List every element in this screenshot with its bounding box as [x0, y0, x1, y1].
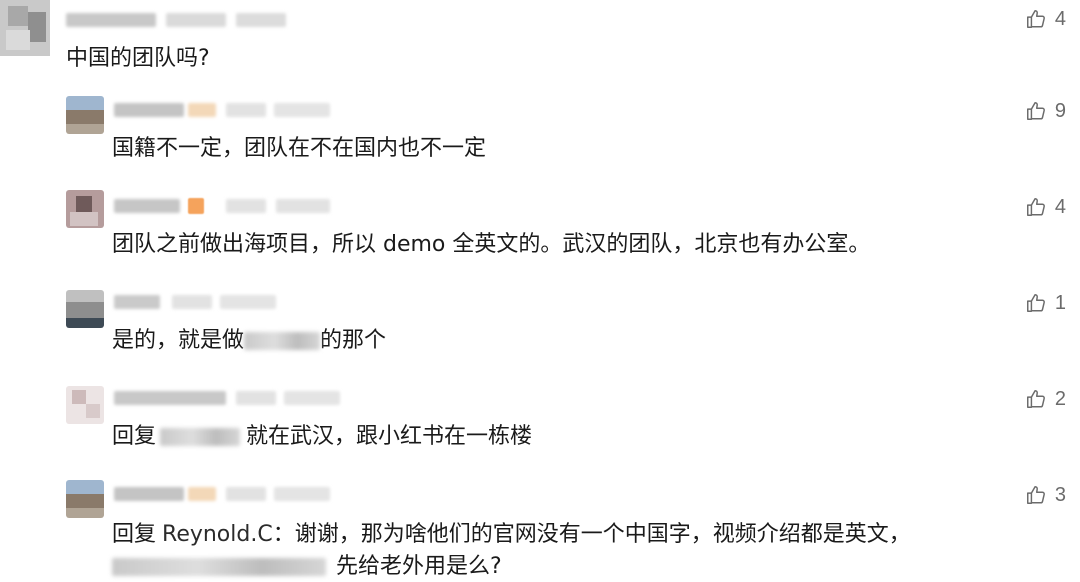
comment-thread-page: { "comments": [ { "id": "top", "text": "…	[0, 0, 1080, 581]
reply-target[interactable]: Reynold.C	[162, 522, 273, 547]
like-count: 9	[1054, 99, 1066, 122]
comment-text: 中国的团队吗?	[66, 46, 210, 71]
reply-1: 国籍不一定，团队在不在国内也不一定 9	[0, 92, 1080, 188]
username-meta	[114, 292, 334, 312]
redacted-text	[112, 558, 326, 576]
reply-5: 回复 Reynold.C：谢谢，那为啥他们的官网没有一个中国字，视频介绍都是英文，…	[0, 476, 1080, 581]
badge-blurred	[188, 487, 216, 501]
comment-text-before: 是的，就是做	[112, 328, 245, 353]
username-blurred[interactable]	[114, 295, 160, 309]
reply-2: 团队之前做出海项目，所以 demo 全英文的。武汉的团队，北京也有办公室。 4	[0, 188, 1080, 284]
thumbs-up-icon	[1026, 294, 1045, 312]
thumbs-up-icon	[1026, 198, 1045, 216]
avatar[interactable]	[66, 480, 104, 518]
location-blurred	[276, 199, 330, 213]
comment-text-after: 的那个	[320, 328, 387, 353]
like-button[interactable]: 3	[1025, 482, 1066, 508]
location-blurred	[274, 103, 330, 117]
like-count: 2	[1054, 387, 1066, 410]
username-meta	[66, 10, 286, 30]
comment-text-after: 就在武汉，跟小红书在一栋楼	[246, 424, 533, 449]
reply-4: 回复 就在武汉，跟小红书在一栋楼 2	[0, 380, 1080, 476]
username-blurred[interactable]	[114, 391, 226, 405]
location-blurred	[284, 391, 340, 405]
comment-text: 团队之前做出海项目，所以 demo 全英文的。武汉的团队，北京也有办公室。	[112, 232, 871, 257]
username-blurred[interactable]	[114, 199, 180, 213]
like-count: 3	[1054, 483, 1066, 506]
like-count: 1	[1054, 291, 1066, 314]
redacted-text	[244, 332, 321, 350]
comment-top: 中国的团队吗? 4	[0, 0, 1080, 92]
avatar[interactable]	[0, 0, 50, 56]
reply-prefix: 回复	[112, 424, 157, 449]
redacted-username[interactable]	[160, 428, 241, 446]
comment-text-line-2: 先给老外用是么?	[112, 552, 502, 582]
timestamp-blurred	[226, 103, 266, 117]
like-button[interactable]: 9	[1025, 98, 1066, 124]
location-blurred	[236, 13, 286, 27]
like-button[interactable]: 2	[1025, 386, 1066, 412]
like-count: 4	[1054, 7, 1066, 30]
avatar[interactable]	[66, 386, 104, 424]
reply-prefix: 回复	[112, 522, 157, 547]
comment-text: 是的，就是做 的那个	[112, 326, 386, 356]
badge-blurred	[188, 103, 216, 117]
like-button[interactable]: 4	[1025, 6, 1066, 32]
avatar[interactable]	[66, 290, 104, 328]
avatar[interactable]	[66, 96, 104, 134]
timestamp-blurred	[172, 295, 212, 309]
comment-text: ：谢谢，那为啥他们的官网没有一个中国字，视频介绍都是英文，	[272, 522, 911, 547]
username-meta	[114, 388, 354, 408]
username-blurred[interactable]	[114, 487, 184, 501]
username-meta	[114, 484, 334, 504]
comment-text: 回复 就在武汉，跟小红书在一栋楼	[112, 422, 532, 452]
like-button[interactable]: 4	[1025, 194, 1066, 220]
reply-3: 是的，就是做 的那个 1	[0, 284, 1080, 380]
thumbs-up-icon	[1026, 102, 1045, 120]
like-count: 4	[1054, 195, 1066, 218]
timestamp-blurred	[226, 199, 266, 213]
timestamp-blurred	[236, 391, 276, 405]
like-button[interactable]: 1	[1025, 290, 1066, 316]
username-blurred[interactable]	[114, 103, 184, 117]
location-blurred	[274, 487, 330, 501]
thumbs-up-icon	[1026, 486, 1045, 504]
avatar[interactable]	[66, 190, 104, 228]
vip-badge-blurred	[188, 198, 204, 214]
location-blurred	[220, 295, 276, 309]
comment-text-after: 先给老外用是么?	[336, 554, 502, 579]
thumbs-up-icon	[1026, 10, 1045, 28]
comment-text: 国籍不一定，团队在不在国内也不一定	[112, 136, 487, 161]
thumbs-up-icon	[1026, 390, 1045, 408]
comment-text-line-1: 回复 Reynold.C：谢谢，那为啥他们的官网没有一个中国字，视频介绍都是英文，	[112, 520, 911, 550]
username-blurred[interactable]	[66, 13, 156, 27]
username-meta	[114, 100, 334, 120]
timestamp-blurred	[226, 487, 266, 501]
username-meta	[114, 196, 334, 216]
timestamp-blurred	[166, 13, 226, 27]
